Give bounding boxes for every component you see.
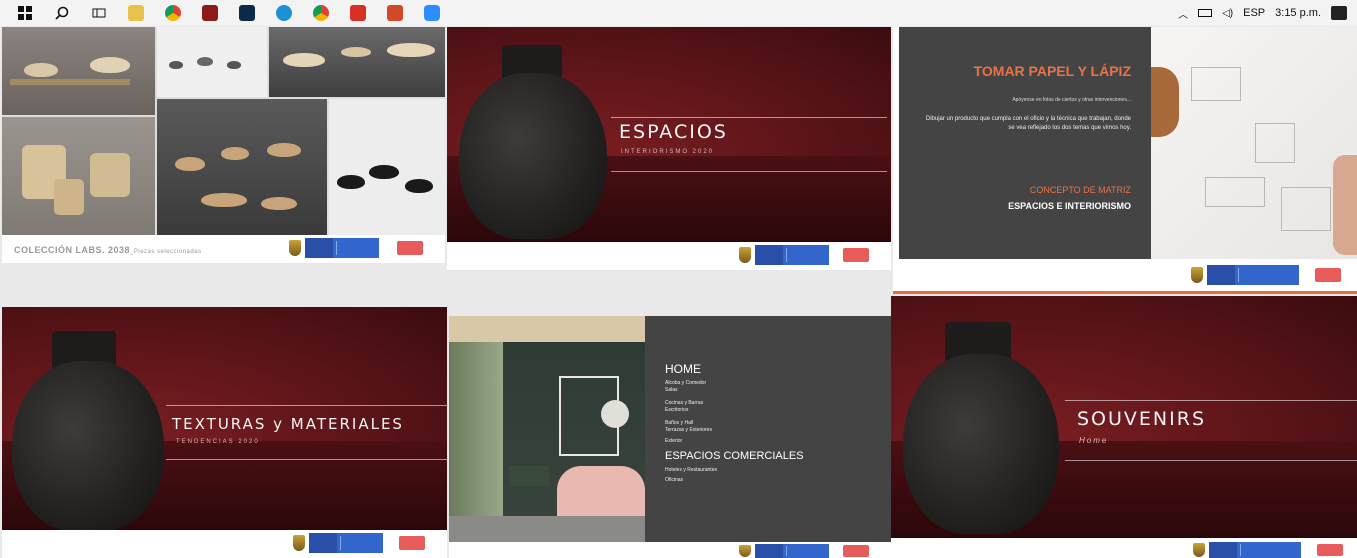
menu-item: Baños y Hall [665,420,694,426]
product-collage [2,27,445,235]
chevron-up-icon[interactable]: ︿ [1178,6,1188,21]
slide-subtitle: Home [1079,436,1109,445]
photo-wood-birds [2,27,155,115]
government-logo [1207,265,1299,285]
slide-subtitle: TENDENCIAS 2020 [176,439,260,445]
slide-thumbnail-souvenirs[interactable]: SOUVENIRS Home [891,296,1357,558]
government-logo [309,533,383,553]
slide-background: TEXTURAS y MATERIALES TENDENCIAS 2020 [2,307,447,531]
sponsor-logos [293,533,425,553]
pdf-reader-icon[interactable] [339,0,376,26]
language-indicator[interactable]: ESP [1243,7,1265,19]
menu-item: Oficinas [665,477,684,483]
sketch-photo [1151,27,1357,259]
menu-item: Salas [665,387,678,393]
powerpoint-icon[interactable] [376,0,413,26]
screen: ︿ ◁) ESP 3:15 p.m. COLECCIÓN LABS. 2038_… [0,0,1357,558]
government-logo [755,544,829,558]
acrobat-icon[interactable] [191,0,228,26]
photo-wood-boxes [2,117,155,235]
slide-title: ESPACIOS [619,121,728,143]
colombia-shield-icon [739,545,751,557]
slide-thumbnail-coleccion[interactable]: COLECCIÓN LABS. 2038_Piezas seleccionada… [2,27,445,263]
slide-thumbnail-texturas[interactable]: TEXTURAS y MATERIALES TENDENCIAS 2020 [2,307,447,558]
artesanias-logo [1315,268,1341,282]
artesanias-logo [399,536,425,550]
photo-flying-birds [269,27,445,97]
chrome-icon[interactable] [154,0,191,26]
volume-icon[interactable]: ◁) [1222,8,1233,19]
government-logo [305,238,379,258]
vase-image [903,354,1059,534]
government-logo [1209,542,1301,558]
menu-item: Exterior [665,438,683,444]
slide-title: TOMAR PAPEL Y LÁPIZ [973,63,1131,79]
slide-footer [449,542,891,558]
colombia-shield-icon [739,247,751,263]
notifications-icon[interactable] [1331,6,1347,20]
menu-item: Escritorios [665,407,689,413]
slide-footer [447,242,891,270]
menu-panel: HOME Alcoba y Comedor Salas Cocinas y Ba… [645,316,891,542]
menu-item: Terrazas y Exteriores [665,427,712,433]
interior-photo [449,316,645,542]
sponsor-logos [1191,265,1341,285]
task-view-icon[interactable] [80,0,117,26]
slide-background: ESPACIOS INTERIORISMO 2020 [447,27,891,242]
slide-title: SOUVENIRS [1077,408,1207,430]
slide-footer [891,538,1357,558]
menu-heading-comerciales: ESPACIOS COMERCIALES [665,450,804,462]
sponsor-logos [739,544,869,558]
menu-item: Cocinas y Barras [665,400,704,406]
photo-black-birds [329,99,445,235]
sponsor-logos [1193,542,1343,558]
photoshop-icon[interactable] [228,0,265,26]
zoom-icon[interactable] [413,0,450,26]
windows-start-icon[interactable] [6,0,43,26]
taskbar: ︿ ◁) ESP 3:15 p.m. [0,0,1357,26]
colombia-shield-icon [1191,267,1203,283]
photo-small-figures [157,27,267,97]
slide-footer: COLECCIÓN LABS. 2038_Piezas seleccionada… [2,235,445,263]
slide-background: SOUVENIRS Home [891,296,1357,538]
battery-icon[interactable] [1198,9,1213,17]
photo-hanging-birds [157,99,327,235]
concept-heading: CONCEPTO DE MATRIZ [1029,185,1131,195]
taskbar-apps [0,0,450,26]
clock[interactable]: 3:15 p.m. [1275,7,1321,19]
slide-title: TEXTURAS y MATERIALES [172,415,404,433]
sponsor-logos [739,245,869,265]
slide-thumbnail-tomar-papel[interactable]: TOMAR PAPEL Y LÁPIZ Apóyense en fotos de… [893,27,1357,294]
vase-image [12,361,164,531]
system-tray: ︿ ◁) ESP 3:15 p.m. [1178,0,1347,26]
edge-icon[interactable] [265,0,302,26]
artesanias-logo [1317,544,1343,556]
artesanias-logo [397,241,423,255]
slide-footer [2,530,447,558]
slide-thumbnail-home[interactable]: HOME Alcoba y Comedor Salas Cocinas y Ba… [449,316,891,558]
colombia-shield-icon [293,535,305,551]
file-explorer-icon[interactable] [117,0,154,26]
vase-image [459,73,607,239]
slide-thumbnail-espacios[interactable]: ESPACIOS INTERIORISMO 2020 [447,27,891,270]
colombia-shield-icon [289,240,301,256]
search-icon[interactable] [43,0,80,26]
text-panel: TOMAR PAPEL Y LÁPIZ Apóyense en fotos de… [899,27,1151,259]
government-logo [755,245,829,265]
artesanias-logo [843,545,869,557]
menu-item: Hoteles y Restaurantes [665,467,717,473]
intro-text: Apóyense en fotos de ciertos y otras int… [1012,97,1131,103]
sponsor-logos [289,238,423,258]
body-text: Dibujar un producto que cumpla con el of… [925,116,1131,131]
colombia-shield-icon [1193,543,1205,557]
menu-heading-home: HOME [665,362,701,376]
collection-caption: COLECCIÓN LABS. 2038_Piezas seleccionada… [14,245,202,255]
slide-subtitle: INTERIORISMO 2020 [621,149,715,155]
chrome-2-icon[interactable] [302,0,339,26]
slide-footer [893,259,1357,291]
space-heading: ESPACIOS E INTERIORISMO [1008,201,1131,211]
menu-item: Alcoba y Comedor [665,380,707,386]
artesanias-logo [843,248,869,262]
